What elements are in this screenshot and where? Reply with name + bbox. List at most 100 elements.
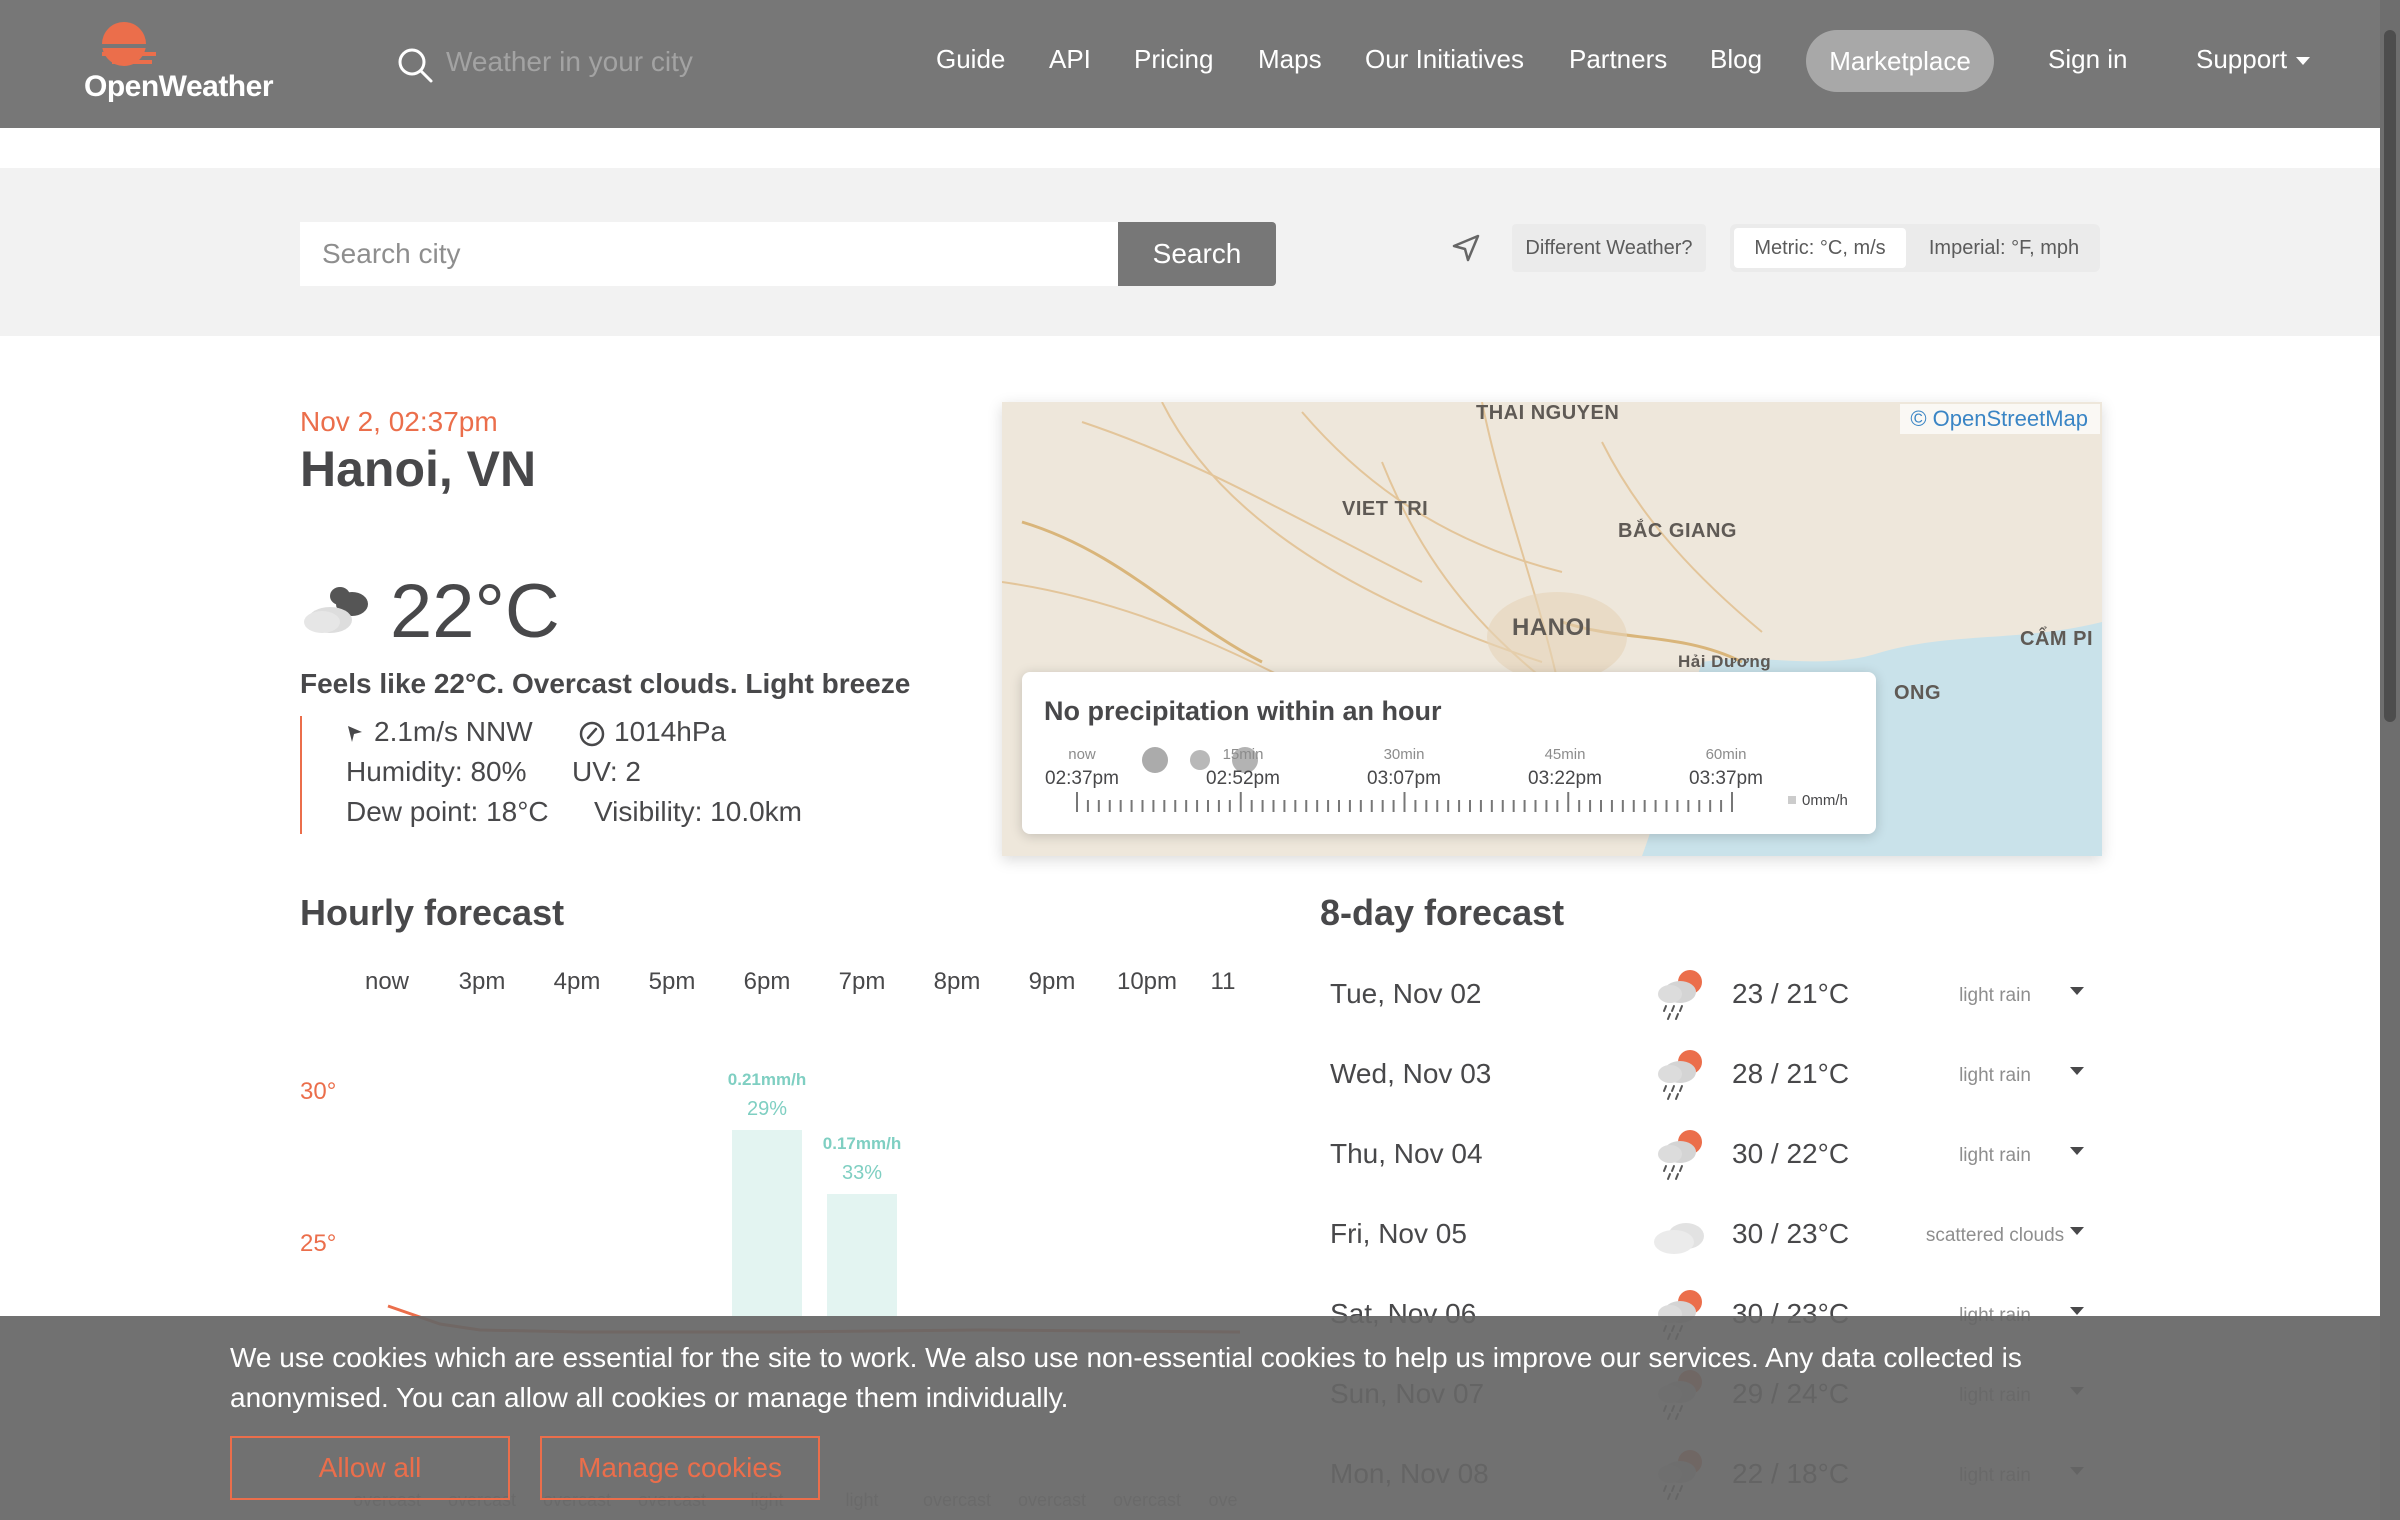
weather-details: 2.1m/s NNW 1014hPa Humidity: 80% UV: 2 D… <box>300 716 920 834</box>
timeline-time-0: 02:37pm <box>1045 768 1119 789</box>
day-description: scattered clouds <box>1925 1225 2065 1246</box>
hour-label: now <box>364 968 410 995</box>
rain-bar-amount: 0.21mm/h <box>727 1070 807 1089</box>
city-name: Hanoi, VN <box>300 441 537 497</box>
nav-sign-in[interactable]: Sign in <box>2048 44 2128 75</box>
hour-label: 10pm <box>1116 968 1178 995</box>
nav-partners[interactable]: Partners <box>1569 44 1667 75</box>
expand-chevron-icon[interactable] <box>2068 1064 2086 1078</box>
rain-bar <box>732 1130 802 1316</box>
current-datetime: Nov 2, 02:37pm <box>300 406 498 437</box>
nav-our-initiatives[interactable]: Our Initiatives <box>1365 44 1524 75</box>
rain-icon <box>1658 1050 1702 1100</box>
top-navbar: OpenWeather Guide API Pricing Maps Our I… <box>0 0 2400 128</box>
map-label-cam-pha: CẨM PI <box>2020 628 2093 650</box>
map-label-hanoi: HANOI <box>1512 614 1592 641</box>
location-arrow-icon[interactable] <box>1448 230 1484 266</box>
day-description: light rain <box>1959 985 2031 1006</box>
wind-value: 2.1m/s NNW <box>374 716 533 747</box>
map-label-bac-giang: BẮC GIANG <box>1618 520 1737 542</box>
timeline-label-45min: 45min <box>1544 746 1586 763</box>
expand-chevron-icon[interactable] <box>2068 1144 2086 1158</box>
rain-bar-probability: 29% <box>746 1098 788 1120</box>
current-temperature: 22°C <box>390 569 560 654</box>
day-date: Thu, Nov 04 <box>1330 1138 1483 1169</box>
dew-point-value: Dew point: 18°C <box>346 796 549 827</box>
hourly-forecast-title: Hourly forecast <box>300 892 565 933</box>
search-button[interactable]: Search <box>1118 222 1276 286</box>
nav-marketplace[interactable]: Marketplace <box>1806 30 1994 92</box>
timeline-time-4: 03:37pm <box>1689 768 1763 789</box>
hour-label: 3pm <box>458 968 506 995</box>
pressure-gauge-icon <box>579 721 605 747</box>
pressure-value: 1014hPa <box>614 716 727 747</box>
precipitation-panel: No precipitation within an hour now 02:3… <box>1022 672 1876 834</box>
allow-all-cookies-button[interactable]: Allow all <box>230 1436 510 1500</box>
map-label-viet-tri: VIET TRI <box>1342 498 1429 520</box>
day-temperature: 28 / 21°C <box>1732 1058 1850 1089</box>
nav-blog[interactable]: Blog <box>1710 44 1762 75</box>
map-label-hai-duong: Hải Dương <box>1678 652 1772 671</box>
y-axis-label-25: 25° <box>300 1230 337 1257</box>
rain-bar-probability: 33% <box>841 1162 883 1184</box>
hour-label: 5pm <box>648 968 696 995</box>
timeline-label-now: now <box>1068 746 1096 763</box>
hour-label: 4pm <box>553 968 601 995</box>
city-search-input[interactable] <box>300 222 1120 286</box>
imperial-unit-button[interactable]: Imperial: °F, mph <box>1910 228 2098 268</box>
nav-api[interactable]: API <box>1049 44 1091 75</box>
map-label-thai-nguyen: THAI NGUYEN <box>1476 402 1620 424</box>
different-weather-button[interactable]: Different Weather? <box>1512 224 1706 272</box>
y-axis-label-30: 30° <box>300 1078 337 1105</box>
expand-chevron-icon[interactable] <box>2068 984 2086 998</box>
expand-chevron-icon[interactable] <box>2068 1224 2086 1238</box>
day-description: light rain <box>1959 1065 2031 1086</box>
precipitation-legend: 0mm/h <box>1802 792 1848 809</box>
hour-label: 11 <box>1210 968 1236 995</box>
hour-label: 8pm <box>933 968 981 995</box>
humidity-value: Humidity: 80% <box>346 756 527 787</box>
day-date: Tue, Nov 02 <box>1330 978 1482 1009</box>
timeline-time-2: 03:07pm <box>1367 768 1441 789</box>
main-nav: Guide API Pricing Maps Our Initiatives P… <box>0 30 2400 92</box>
map-label-hai-phong: ONG <box>1894 682 1942 704</box>
visibility-value: Visibility: 10.0km <box>594 796 803 827</box>
hour-label: 6pm <box>743 968 791 995</box>
cookie-text: We use cookies which are essential for t… <box>230 1342 2022 1413</box>
nav-guide[interactable]: Guide <box>936 44 1005 75</box>
nav-support[interactable]: Support <box>2196 44 2312 75</box>
hour-label: 9pm <box>1028 968 1076 995</box>
rain-icon <box>1658 1130 1702 1180</box>
day-date: Fri, Nov 05 <box>1330 1218 1467 1249</box>
daily-forecast-row[interactable]: Fri, Nov 05 30 / 23°C scattered clouds <box>1320 1196 2100 1276</box>
metric-unit-button[interactable]: Metric: °C, m/s <box>1734 228 1906 268</box>
timeline-label-30min: 30min <box>1383 746 1425 763</box>
hour-label: 7pm <box>838 968 886 995</box>
timeline-label-15min: 15min <box>1222 746 1264 763</box>
daily-forecast-row[interactable]: Thu, Nov 04 30 / 22°C light rain <box>1320 1116 2100 1196</box>
nav-maps[interactable]: Maps <box>1258 44 1322 75</box>
openstreetmap-attribution[interactable]: © OpenStreetMap <box>1900 404 2100 434</box>
day-date: Wed, Nov 03 <box>1330 1058 1492 1089</box>
daily-forecast-row[interactable]: Wed, Nov 03 28 / 21°C light rain <box>1320 1036 2100 1116</box>
nav-support-label: Support <box>2196 44 2288 74</box>
day-description: light rain <box>1959 1145 2031 1166</box>
timeline-label-60min: 60min <box>1705 746 1747 763</box>
nav-pricing[interactable]: Pricing <box>1134 44 1213 75</box>
manage-cookies-button[interactable]: Manage cookies <box>540 1436 820 1500</box>
cloud-icon <box>1654 1223 1704 1254</box>
scrollbar-thumb[interactable] <box>2384 30 2396 722</box>
wind-direction-icon <box>348 726 362 742</box>
daily-forecast-row[interactable]: Tue, Nov 02 23 / 21°C light rain <box>1320 956 2100 1036</box>
uv-value: UV: 2 <box>572 756 641 787</box>
day-temperature: 23 / 21°C <box>1732 978 1850 1009</box>
rain-bar-amount: 0.17mm/h <box>822 1134 902 1153</box>
caret-down-icon <box>2296 57 2311 66</box>
daily-forecast-title: 8-day forecast <box>1320 892 1565 933</box>
day-temperature: 30 / 22°C <box>1732 1138 1850 1169</box>
timeline-time-1: 02:52pm <box>1206 768 1280 789</box>
cookie-banner: We use cookies which are essential for t… <box>0 1316 2380 1520</box>
overcast-clouds-icon <box>304 587 368 633</box>
day-temperature: 30 / 23°C <box>1732 1218 1850 1249</box>
timeline-time-3: 03:22pm <box>1528 768 1602 789</box>
